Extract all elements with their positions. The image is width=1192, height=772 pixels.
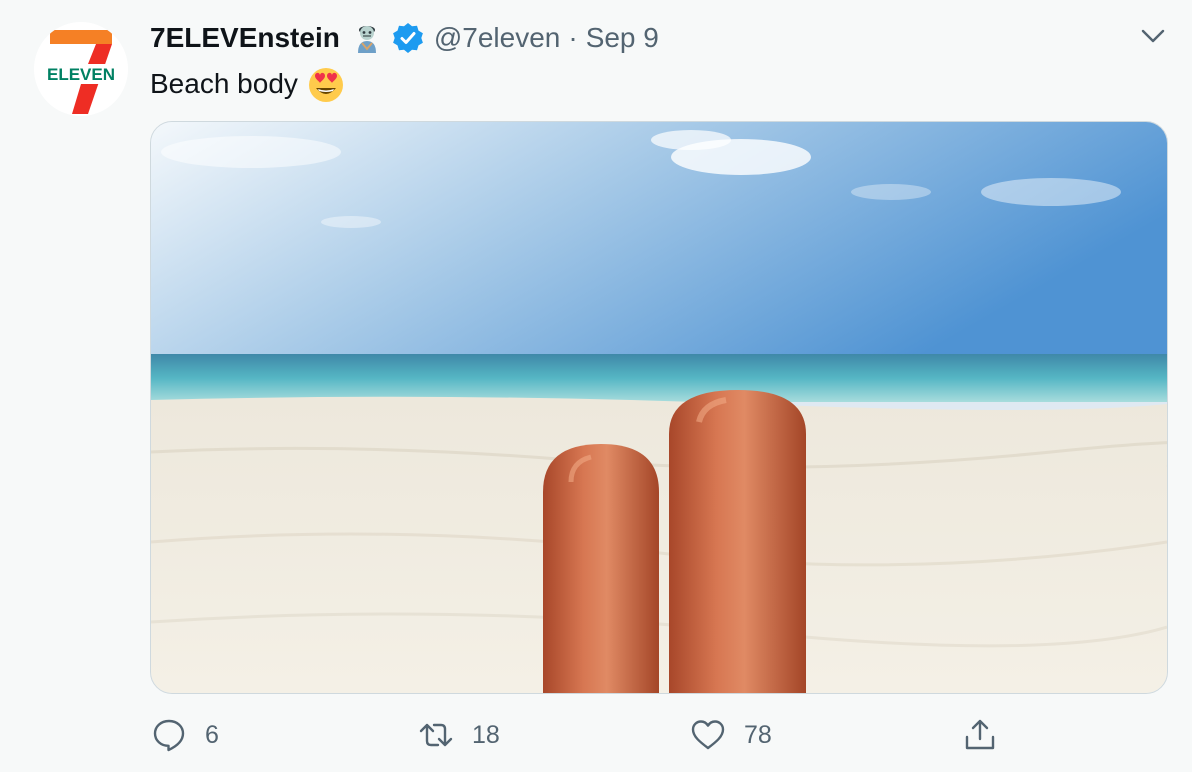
verified-badge-icon	[392, 22, 424, 54]
tweet-media-photo[interactable]	[150, 121, 1168, 694]
share-upload-icon	[965, 719, 995, 750]
author-handle[interactable]: @7eleven	[434, 22, 561, 54]
tweet[interactable]: ELEVEN 7ELEVEnstein @7eleven · Sep 9 Bea…	[0, 0, 1192, 772]
tweet-actions: 6 18 78	[0, 705, 1192, 765]
seven-eleven-logo-icon: ELEVEN	[34, 22, 128, 116]
author-display-name[interactable]: 7ELEVEnstein	[150, 22, 340, 54]
author-avatar[interactable]: ELEVEN	[34, 22, 128, 116]
header-separator: ·	[568, 22, 578, 53]
retweet-icon	[419, 723, 453, 747]
tweet-text: Beach body	[150, 64, 346, 104]
reply-button[interactable]: 6	[151, 715, 219, 755]
like-count: 78	[744, 720, 772, 749]
heart-eyes-emoji-icon	[306, 64, 346, 104]
svg-text:ELEVEN: ELEVEN	[47, 65, 115, 84]
heart-icon	[691, 720, 725, 750]
tweet-date[interactable]: Sep 9	[586, 22, 659, 54]
tweet-header: 7ELEVEnstein @7eleven · Sep 9	[150, 18, 659, 58]
reply-bubble-icon	[153, 719, 185, 752]
retweet-button[interactable]: 18	[418, 715, 500, 755]
reply-count: 6	[205, 720, 219, 749]
zombie-emoji-icon	[350, 21, 384, 55]
beach-photo-icon	[151, 122, 1167, 693]
more-options-chevron-down-icon[interactable]	[1138, 24, 1168, 48]
tweet-text-body: Beach body	[150, 68, 298, 99]
like-button[interactable]: 78	[690, 715, 772, 755]
share-button[interactable]	[962, 715, 998, 755]
retweet-count: 18	[472, 720, 500, 749]
